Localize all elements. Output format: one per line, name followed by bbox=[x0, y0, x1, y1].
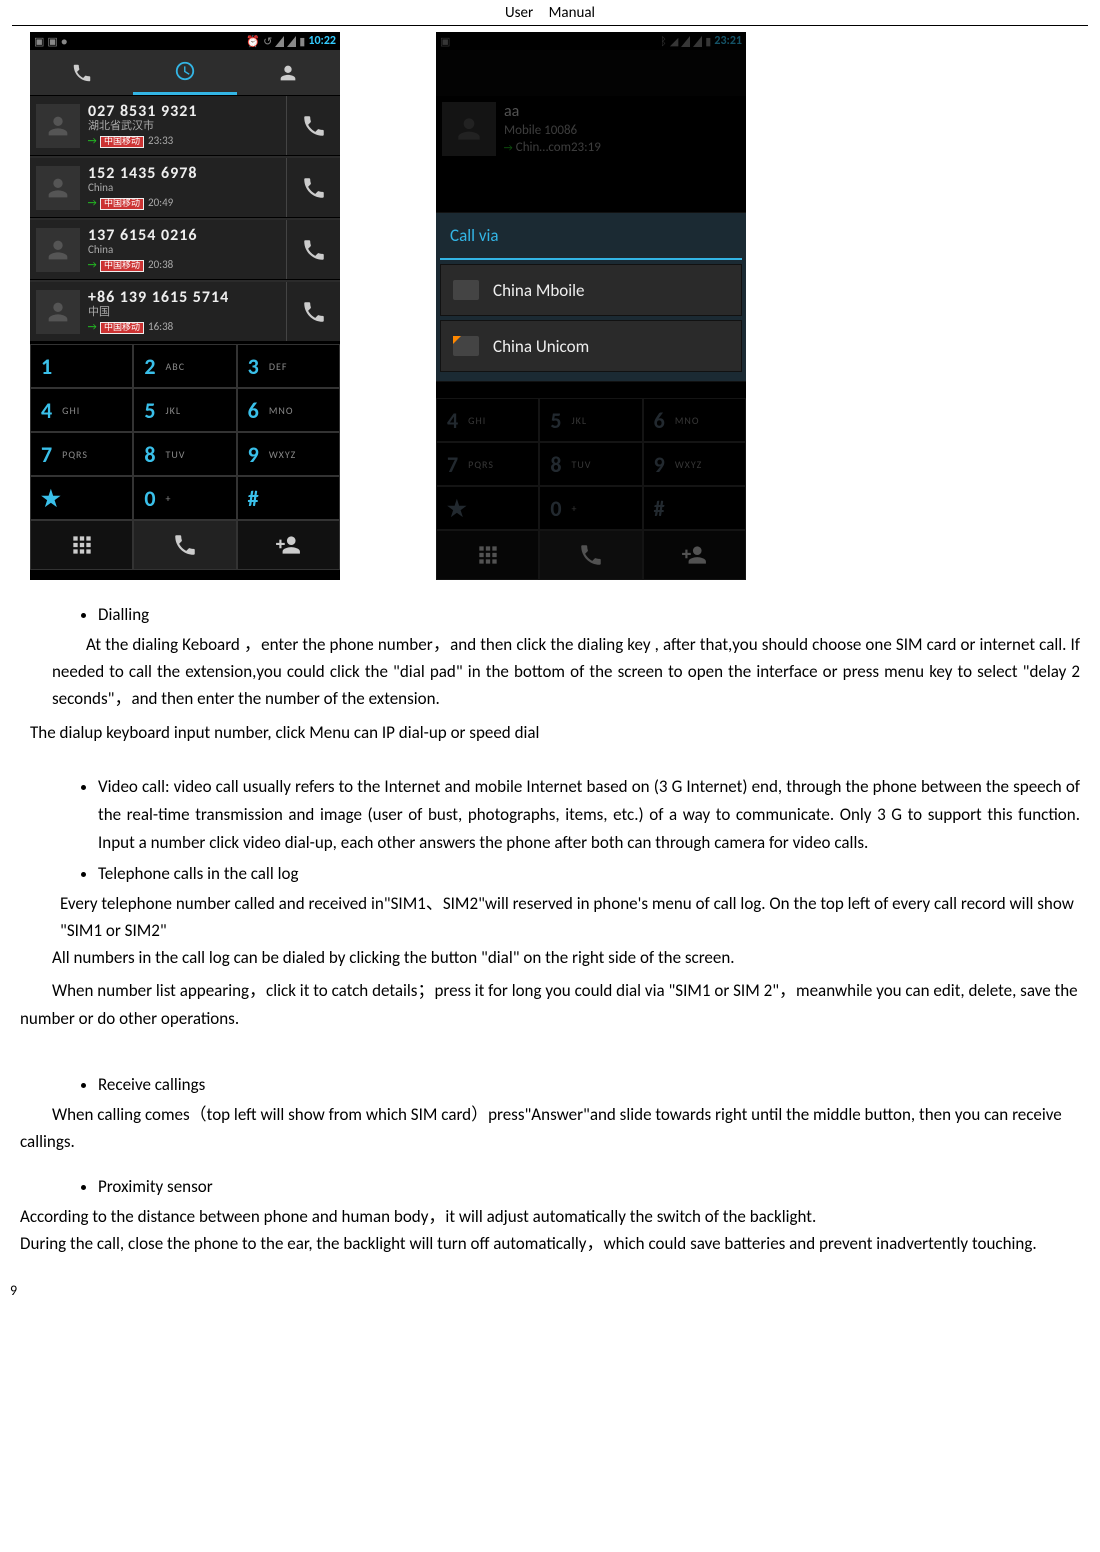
call-log-row[interactable]: 137 6154 0216 China ↗ 中国移动20:38 bbox=[30, 220, 340, 280]
tab-recent[interactable] bbox=[133, 50, 236, 95]
clock-icon bbox=[174, 60, 196, 82]
proximity-p2: During the call, close the phone to the … bbox=[20, 1230, 1080, 1257]
page-number: 9 bbox=[0, 1278, 1100, 1299]
dial-button[interactable] bbox=[286, 282, 340, 341]
signal-icon bbox=[275, 36, 284, 47]
bullet-proximity: Proximity sensor bbox=[98, 1176, 1080, 1197]
dial-button[interactable] bbox=[286, 220, 340, 279]
bullet-calllog: Telephone calls in the call log bbox=[98, 863, 1080, 884]
key-2[interactable]: 2ABC bbox=[133, 344, 236, 388]
avatar bbox=[36, 290, 80, 334]
avatar-icon bbox=[44, 112, 72, 140]
receive-body: When calling comes（top left will show fr… bbox=[20, 1101, 1080, 1155]
sim-icon bbox=[453, 336, 479, 356]
battery-icon: ▮ bbox=[299, 35, 305, 48]
tab-dial[interactable] bbox=[30, 50, 133, 95]
calllog-p1: Every telephone number called and receiv… bbox=[20, 890, 1080, 944]
sim-a-icon: ▣ bbox=[34, 35, 44, 48]
phone-icon bbox=[172, 532, 198, 558]
key-5[interactable]: 5JKL bbox=[133, 388, 236, 432]
calllog-p2: All numbers in the call log can be diale… bbox=[20, 944, 1080, 971]
sim-option-2[interactable]: China Unicom bbox=[440, 320, 742, 372]
call-log-row[interactable]: +86 139 1615 5714 中国 ↗ 中国移动16:38 bbox=[30, 282, 340, 342]
key-3[interactable]: 3DEF bbox=[237, 344, 340, 388]
screenshot-row: ▣ ▣ ● ⏰ ↺ ▮ 10:22 bbox=[20, 32, 1080, 580]
key-8[interactable]: 8TUV bbox=[133, 432, 236, 476]
bullet-receive: Receive callings bbox=[98, 1074, 1080, 1095]
phone-icon bbox=[301, 113, 327, 139]
add-person-icon bbox=[275, 532, 301, 558]
grid-icon bbox=[69, 532, 95, 558]
avatar bbox=[36, 104, 80, 148]
call-number: 027 8531 9321 bbox=[88, 103, 286, 121]
key-hash[interactable]: # bbox=[237, 476, 340, 520]
proximity-p1: According to the distance between phone … bbox=[20, 1203, 1080, 1230]
key-7[interactable]: 7PQRS bbox=[30, 432, 133, 476]
call-via-dialog: Call via China Mboile China Unicom bbox=[436, 212, 746, 382]
tab-contacts[interactable] bbox=[237, 50, 340, 95]
status-time: 10:22 bbox=[308, 34, 336, 48]
bullet-video: Video call: video call usually refers to… bbox=[98, 773, 1080, 857]
bullet-dialling: Dialling bbox=[98, 604, 1080, 625]
signal-icon-2 bbox=[287, 36, 296, 47]
call-location: 湖北省武汉市 bbox=[88, 120, 286, 132]
dial-button[interactable] bbox=[286, 158, 340, 217]
phone-icon bbox=[71, 62, 93, 84]
avatar bbox=[36, 228, 80, 272]
key-9[interactable]: 9WXYZ bbox=[237, 432, 340, 476]
sim-b-icon: ▣ bbox=[47, 35, 57, 48]
sync-icon: ↺ bbox=[263, 35, 272, 48]
call-time: 23:33 bbox=[148, 134, 173, 147]
avatar bbox=[36, 166, 80, 210]
dialling-body: At the dialing Keboard ，enter the phone … bbox=[20, 631, 1080, 713]
sim-icon bbox=[453, 280, 479, 300]
call-button[interactable] bbox=[133, 520, 236, 570]
key-star[interactable]: ★ bbox=[30, 476, 133, 520]
call-log-row[interactable]: 152 1435 6978 China ↗ 中国移动20:49 bbox=[30, 158, 340, 218]
dialer-tabs bbox=[30, 50, 340, 96]
dial-button[interactable] bbox=[286, 96, 340, 155]
sim-option-1[interactable]: China Mboile bbox=[440, 264, 742, 316]
alarm-icon: ⏰ bbox=[246, 35, 260, 48]
carrier-tag: 中国移动 bbox=[100, 136, 144, 148]
outgoing-icon: ↗ bbox=[85, 134, 99, 148]
screenshot-dialer: ▣ ▣ ● ⏰ ↺ ▮ 10:22 bbox=[30, 32, 340, 580]
key-4[interactable]: 4GHI bbox=[30, 388, 133, 432]
call-log-row[interactable]: 027 8531 9321 湖北省武汉市 ↗ 中国移动 23:33 bbox=[30, 96, 340, 156]
dot-icon: ● bbox=[61, 35, 68, 48]
key-6[interactable]: 6MNO bbox=[237, 388, 340, 432]
dialpad-toggle[interactable] bbox=[30, 520, 133, 570]
add-contact-button[interactable] bbox=[237, 520, 340, 570]
calllog-p3: When number list appearing，click it to c… bbox=[20, 977, 1080, 1031]
key-0[interactable]: 0+ bbox=[133, 476, 236, 520]
dialling-note: The dialup keyboard input number, click … bbox=[20, 719, 1080, 746]
page-header: User Manual bbox=[0, 0, 1100, 25]
key-1[interactable]: 1 bbox=[30, 344, 133, 388]
person-icon bbox=[277, 62, 299, 84]
dialog-title: Call via bbox=[436, 213, 746, 258]
screenshot-callvia: ▣ ᛒ ◢ ▮ 23:21 aa Mobile 10086 ↗ Chin…com… bbox=[436, 32, 746, 580]
